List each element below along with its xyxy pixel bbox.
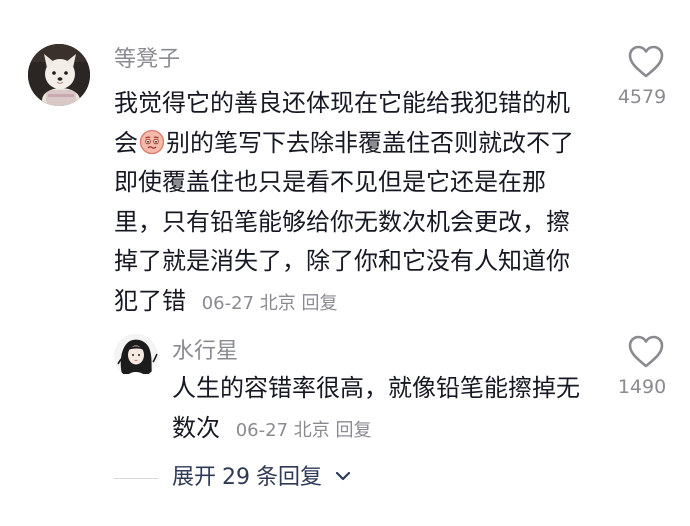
comment-line: 即使覆盖住也只是看不见但是它还是在那: [114, 168, 546, 196]
reply-date: 06-27: [235, 420, 289, 441]
comment-line: 我觉得它的善良还体现在它能给我犯错的机: [114, 89, 570, 117]
reply-line: 人生的容错率很高，就像铅笔能擦掉无: [172, 374, 580, 402]
comment-line: 会 别的笔写下去除非覆盖住否则就改不了: [114, 128, 574, 157]
expand-suffix: 条回复: [256, 465, 323, 490]
comment-line: 掉了就是消失了，除了你和它没有人知道你: [114, 247, 570, 275]
reply-author-avatar[interactable]: [114, 334, 158, 378]
chevron-down-icon: [335, 471, 351, 481]
comment-author-name[interactable]: 等凳子: [114, 46, 180, 74]
comment-text: 我觉得它的善良还体现在它能给我犯错的机 会 别的笔写下去除非覆盖住否则就改不了 …: [114, 84, 614, 323]
dog-avatar-image: [28, 44, 90, 106]
comment-like-count: 4579: [617, 86, 667, 108]
reply-line: 数次 06-27 北京 回复: [172, 414, 372, 442]
reply-like-count: 1490: [617, 376, 667, 398]
expand-count: 29: [222, 465, 251, 490]
comment-meta: 06-27 北京 回复: [186, 293, 338, 314]
comment-location: 北京: [259, 292, 296, 314]
comment-line: 里，只有铅笔能够给你无数次机会更改，擦: [114, 207, 570, 236]
comment-like-button[interactable]: [626, 44, 666, 80]
expand-replies-button[interactable]: 展开 29 条回复: [172, 463, 351, 493]
heart-outline-icon: [628, 45, 664, 78]
expand-divider: [114, 478, 158, 479]
comment-date: 06-27: [201, 292, 255, 314]
reply-like-button[interactable]: [626, 334, 666, 370]
comment-line: 犯了错 06-27 北京 回复: [114, 286, 338, 315]
anxious-face-emoji-icon: [139, 128, 165, 154]
girl-avatar-image: [114, 334, 158, 378]
reply-location: 北京: [293, 420, 330, 441]
reply-meta: 06-27 北京 回复: [220, 420, 372, 441]
heart-outline-icon: [628, 335, 664, 368]
reply-author-name[interactable]: 水行星: [172, 338, 238, 366]
reply-reply-button[interactable]: 回复: [336, 420, 372, 441]
reply-text: 人生的容错率很高，就像铅笔能擦掉无 数次 06-27 北京 回复: [172, 368, 612, 451]
comment-author-avatar[interactable]: [28, 44, 90, 106]
comment-reply-button[interactable]: 回复: [302, 293, 338, 314]
expand-prefix: 展开: [172, 465, 217, 490]
